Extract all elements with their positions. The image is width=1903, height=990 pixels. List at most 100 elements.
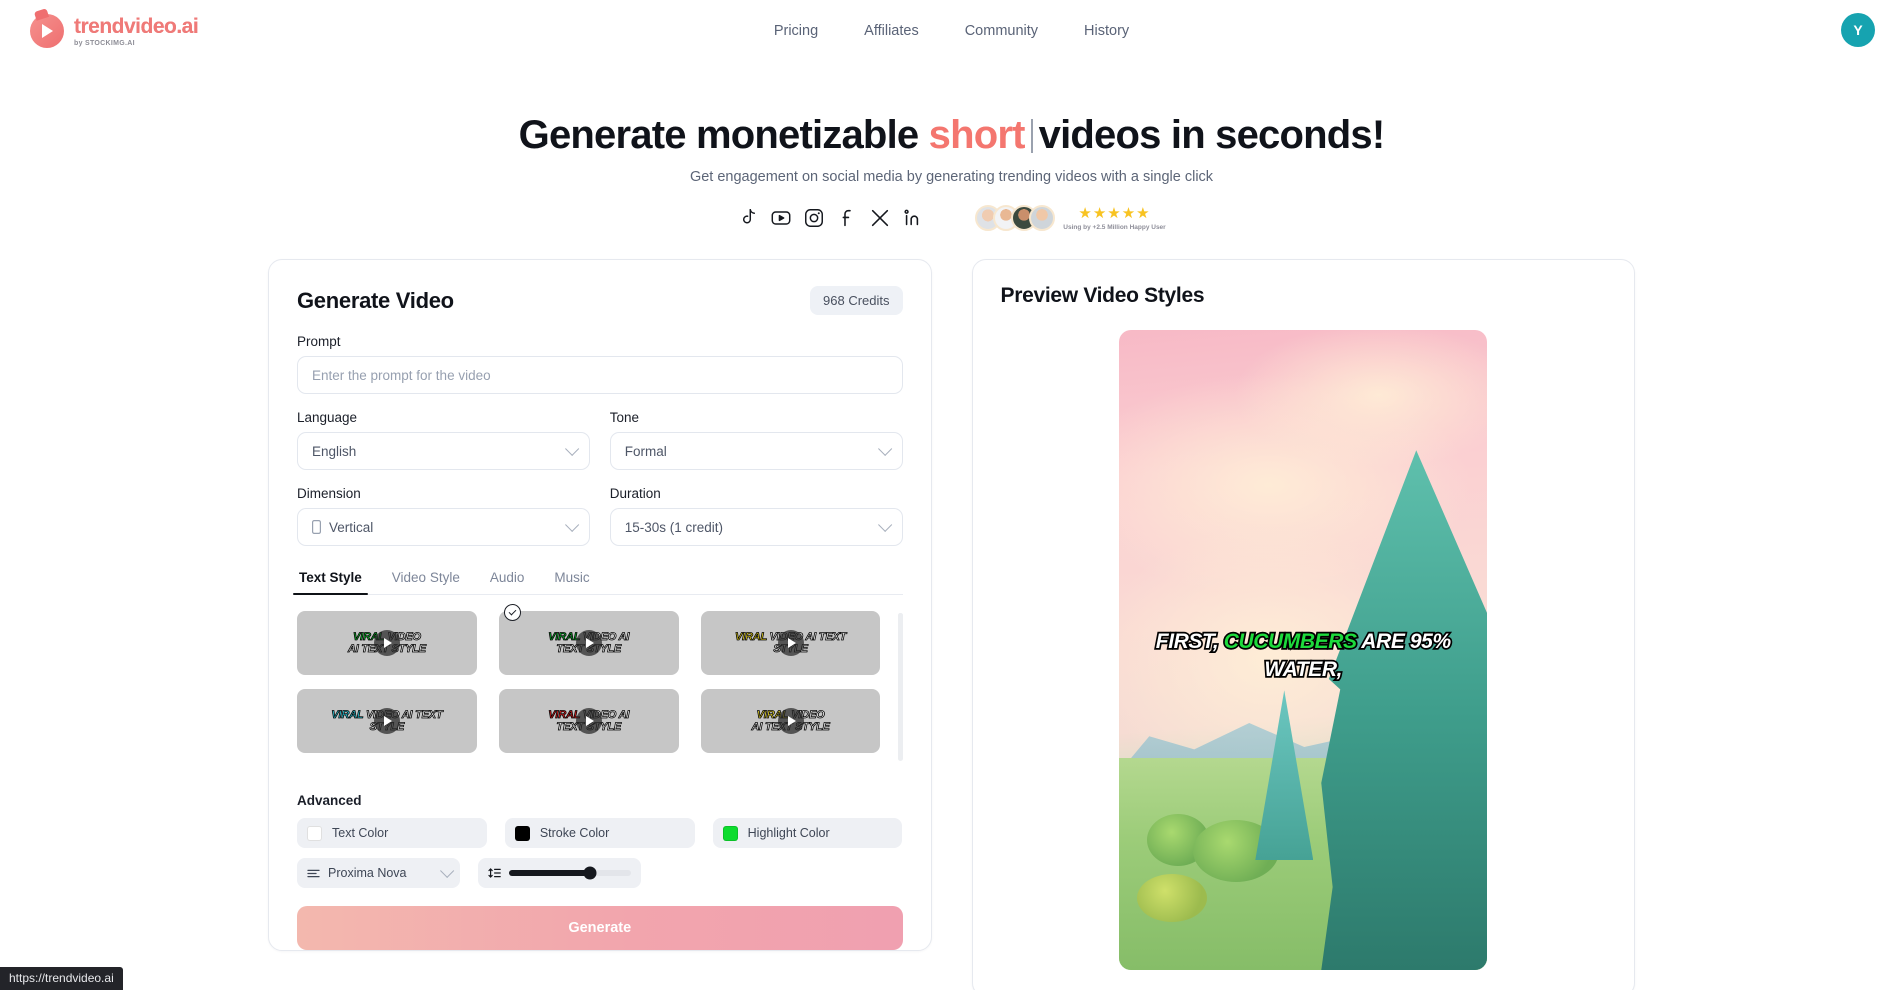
tab-audio[interactable]: Audio	[488, 570, 527, 594]
style-thumbnail[interactable]: VIRAL VIDEO AI TEXTSTYLE	[700, 611, 881, 676]
facebook-icon[interactable]	[836, 207, 858, 229]
logo-subtitle: by STOCKIMG.AI	[74, 39, 135, 47]
credits-badge: 968 Credits	[810, 286, 903, 316]
chevron-down-icon	[877, 441, 892, 457]
style-scrollbar[interactable]	[897, 613, 903, 762]
style-option-5[interactable]: VIRAL VIDEO AI TEXT STYLE	[498, 689, 679, 754]
style-option-6[interactable]: VIRAL VIDEOAI TEXT STYLE	[700, 689, 881, 754]
tone-select[interactable]: Formal	[609, 432, 903, 471]
nav-item-affiliates[interactable]: Affiliates	[864, 23, 919, 39]
stroke-color-label: Stroke Color	[539, 826, 610, 841]
linkedin-icon[interactable]	[902, 207, 924, 229]
line-height-icon	[488, 868, 501, 879]
style-tabs: Text Style Video Style Audio Music	[293, 570, 903, 596]
language-select[interactable]: English	[297, 432, 590, 471]
tiktok-icon[interactable]	[737, 207, 759, 229]
chevron-down-icon	[564, 441, 579, 457]
slider-fill	[509, 870, 590, 877]
brand-logo[interactable]: trendvideo.ai by STOCKIMG.AI	[30, 14, 199, 48]
site-header: trendvideo.ai by STOCKIMG.AI Pricing Aff…	[0, 0, 1903, 62]
social-proof: ★★★★★ Using by +2.5 Million Happy User	[975, 204, 1166, 232]
highlight-color-label: Highlight Color	[747, 826, 830, 841]
video-preview[interactable]: FIRST, CUCUMBERS ARE 95% WATER,	[1119, 330, 1488, 971]
preview-video-card: Preview Video Styles FIRST, CUCUMBERS AR…	[971, 259, 1635, 990]
nav-item-pricing[interactable]: Pricing	[774, 23, 818, 39]
phone-vertical-icon	[312, 520, 321, 535]
font-family-select[interactable]: Proxima Nova	[297, 858, 460, 889]
chevron-down-icon	[564, 517, 579, 533]
dimension-label: Dimension	[297, 486, 361, 502]
highlight-color-swatch	[722, 825, 738, 841]
social-links-row: ★★★★★ Using by +2.5 Million Happy User	[0, 204, 1903, 232]
stroke-color-picker[interactable]: Stroke Color	[504, 818, 695, 849]
generate-video-title: Generate Video	[297, 287, 454, 313]
youtube-icon[interactable]	[770, 207, 792, 229]
tab-music[interactable]: Music	[552, 570, 591, 594]
tone-label: Tone	[609, 410, 640, 426]
content-panels: Generate Video 968 Credits Prompt Langua…	[0, 259, 1903, 990]
logo-name: trendvideo.ai	[74, 14, 199, 38]
style-grid: VIRAL VIDEOAI TEXT STYLE VIRAL VIDEO AITE…	[297, 604, 903, 754]
hero-title-part2: videos in seconds!	[1038, 113, 1386, 157]
font-family-value: Proxima Nova	[328, 866, 407, 881]
play-icon[interactable]	[777, 708, 804, 735]
user-avatars-stack	[975, 205, 1056, 232]
style-thumbnail[interactable]: VIRAL VIDEOAI TEXT STYLE	[297, 611, 477, 676]
scrollbar-thumb[interactable]	[897, 613, 903, 710]
text-style-gallery: VIRAL VIDEOAI TEXT STYLE VIRAL VIDEO AITE…	[297, 604, 903, 791]
hero-title-accent: short	[928, 113, 1026, 157]
style-option-1[interactable]: VIRAL VIDEOAI TEXT STYLE	[297, 611, 477, 676]
style-option-2[interactable]: VIRAL VIDEO AI TEXT STYLE	[498, 604, 679, 676]
style-thumbnail[interactable]: VIRAL VIDEO AI TEXTSTYLE	[297, 689, 477, 754]
generate-button[interactable]: Generate	[297, 906, 903, 951]
prompt-label: Prompt	[297, 334, 341, 350]
style-thumbnail[interactable]: VIRAL VIDEO AI TEXT STYLE	[498, 611, 679, 676]
style-thumbnail[interactable]: VIRAL VIDEO AI TEXT STYLE	[498, 689, 679, 754]
avatar	[1029, 205, 1056, 232]
generate-video-card: Generate Video 968 Credits Prompt Langua…	[268, 259, 932, 952]
slider-knob[interactable]	[583, 866, 597, 880]
chevron-down-icon	[440, 863, 455, 879]
prompt-input[interactable]	[297, 356, 903, 395]
selected-check-icon	[503, 604, 521, 622]
x-icon[interactable]	[869, 207, 891, 229]
stroke-color-swatch	[514, 825, 530, 841]
chevron-down-icon	[877, 517, 892, 533]
dimension-select[interactable]: Vertical	[297, 508, 590, 547]
hero-title-part1: Generate monetizable	[518, 113, 929, 157]
main-nav: Pricing Affiliates Community History	[774, 23, 1129, 39]
slider-track[interactable]	[509, 866, 631, 880]
play-icon[interactable]	[373, 630, 400, 657]
tab-video-style[interactable]: Video Style	[390, 570, 462, 594]
highlight-color-picker[interactable]: Highlight Color	[712, 818, 903, 849]
page-title: Generate monetizable short videos in seco…	[0, 112, 1903, 159]
hero-section: Generate monetizable short videos in seco…	[0, 112, 1903, 232]
nav-item-history[interactable]: History	[1084, 23, 1129, 39]
text-color-picker[interactable]: Text Color	[297, 818, 487, 849]
card-header: Generate Video 968 Credits	[297, 286, 903, 316]
play-icon[interactable]	[777, 630, 804, 657]
tab-text-style[interactable]: Text Style	[293, 570, 368, 596]
star-rating: ★★★★★	[1078, 204, 1151, 222]
play-icon[interactable]	[575, 708, 602, 735]
language-value: English	[312, 443, 357, 459]
font-size-slider[interactable]	[478, 858, 641, 889]
rating-caption: Using by +2.5 Million Happy User	[1063, 223, 1166, 231]
nav-item-community[interactable]: Community	[965, 23, 1038, 39]
preview-title: Preview Video Styles	[1000, 284, 1205, 308]
style-option-3[interactable]: VIRAL VIDEO AI TEXTSTYLE	[700, 611, 881, 676]
duration-select[interactable]: 15-30s (1 credit)	[609, 508, 903, 547]
play-icon[interactable]	[373, 708, 400, 735]
video-caption: FIRST, CUCUMBERS ARE 95% WATER,	[1119, 628, 1487, 684]
style-option-4[interactable]: VIRAL VIDEO AI TEXTSTYLE	[297, 689, 477, 754]
caption-highlight: CUCUMBERS	[1222, 628, 1359, 654]
instagram-icon[interactable]	[803, 207, 825, 229]
language-label: Language	[297, 410, 358, 426]
text-color-swatch	[307, 825, 322, 841]
style-thumbnail[interactable]: VIRAL VIDEOAI TEXT STYLE	[700, 689, 881, 754]
user-avatar[interactable]: Y	[1841, 13, 1875, 47]
caption-part1: FIRST,	[1154, 628, 1224, 654]
play-icon[interactable]	[575, 630, 602, 657]
hero-subtitle: Get engagement on social media by genera…	[689, 169, 1214, 186]
tone-value: Formal	[624, 443, 667, 459]
